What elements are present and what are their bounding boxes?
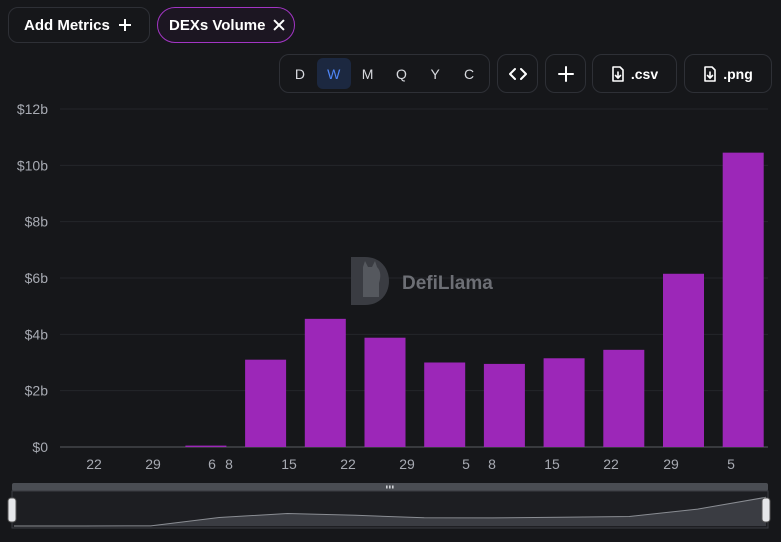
slider-left-handle[interactable]: [7, 497, 17, 523]
plus-icon: [557, 65, 574, 82]
add-metrics-label: Add Metrics: [24, 16, 110, 34]
x-tick-label: 29: [145, 456, 161, 472]
bar-chart: $0$2b$4b$6b$8b$10b$12b DefiLlama 22 29 6 8 1…: [7, 101, 771, 529]
x-tick-label: 5: [462, 456, 470, 472]
file-download-icon: [612, 65, 624, 82]
bar-7[interactable]: [483, 363, 525, 447]
slider-grip-dot: [389, 485, 391, 489]
x-tick-label: 22: [603, 456, 619, 472]
code-icon: [508, 67, 527, 80]
add-chart-button[interactable]: [545, 54, 586, 93]
download-csv-button[interactable]: .csv: [592, 54, 677, 93]
y-tick-label: $8b: [25, 214, 49, 230]
bar-8[interactable]: [543, 358, 585, 447]
file-download-icon: [704, 65, 717, 82]
png-label: .png: [723, 65, 753, 82]
x-tick-label: 29: [399, 456, 415, 472]
period-button-m[interactable]: M: [351, 58, 385, 89]
y-tick-label: $4b: [25, 326, 49, 342]
y-tick-label: $6b: [25, 270, 49, 286]
x-tick-label: 8: [225, 456, 233, 472]
x-tick-label: 6: [208, 456, 216, 472]
watermark: DefiLlama: [351, 257, 493, 305]
bar-2[interactable]: [185, 445, 227, 447]
period-button-d[interactable]: D: [283, 58, 317, 89]
period-button-q[interactable]: Q: [384, 58, 418, 89]
x-tick-label: 5: [727, 456, 735, 472]
period-button-c[interactable]: C: [452, 58, 486, 89]
period-selector: DWMQYC: [279, 54, 490, 93]
slider-grip-dot: [386, 485, 388, 489]
bar-11[interactable]: [722, 152, 764, 447]
add-metrics-button[interactable]: Add Metrics: [8, 7, 150, 43]
x-tick-label: 22: [86, 456, 102, 472]
bar-3[interactable]: [245, 359, 287, 447]
embed-button[interactable]: [497, 54, 538, 93]
watermark-text: DefiLlama: [402, 273, 493, 294]
bar-6[interactable]: [424, 362, 466, 448]
x-tick-label: 29: [663, 456, 679, 472]
slider-right-handle[interactable]: [761, 497, 771, 523]
dex-volume-label: DEXs Volume: [169, 16, 266, 34]
y-tick-label: $2b: [25, 383, 49, 399]
slider-grip-dot: [392, 485, 394, 489]
x-axis: 22 29 6 8 15 22 29 5 8 15 22 29 5: [86, 456, 735, 472]
dex-volume-metric-chip[interactable]: DEXs Volume: [157, 7, 295, 43]
bars: [185, 152, 764, 448]
bar-4[interactable]: [304, 318, 346, 447]
x-tick-label: 22: [340, 456, 356, 472]
period-button-y[interactable]: Y: [418, 58, 452, 89]
zoom-slider[interactable]: [7, 483, 771, 529]
y-axis: $0 $2b $4b $6b $8b $10b $12b: [17, 101, 48, 455]
close-icon[interactable]: [273, 19, 285, 31]
plus-icon: [118, 19, 131, 31]
bar-10[interactable]: [663, 273, 704, 447]
dex-volume-chart-panel: Add Metrics DEXs Volume DWMQYC .csv .png…: [0, 0, 781, 542]
x-tick-label: 15: [281, 456, 297, 472]
x-tick-label: 8: [488, 456, 496, 472]
period-button-w[interactable]: W: [316, 58, 351, 89]
x-tick-label: 15: [544, 456, 560, 472]
download-png-button[interactable]: .png: [684, 54, 772, 93]
y-tick-label: $10b: [17, 157, 48, 173]
bar-9[interactable]: [603, 349, 645, 447]
y-tick-label: $0: [32, 439, 48, 455]
y-tick-label: $12b: [17, 101, 48, 117]
csv-label: .csv: [630, 65, 659, 82]
bar-5[interactable]: [364, 337, 406, 447]
